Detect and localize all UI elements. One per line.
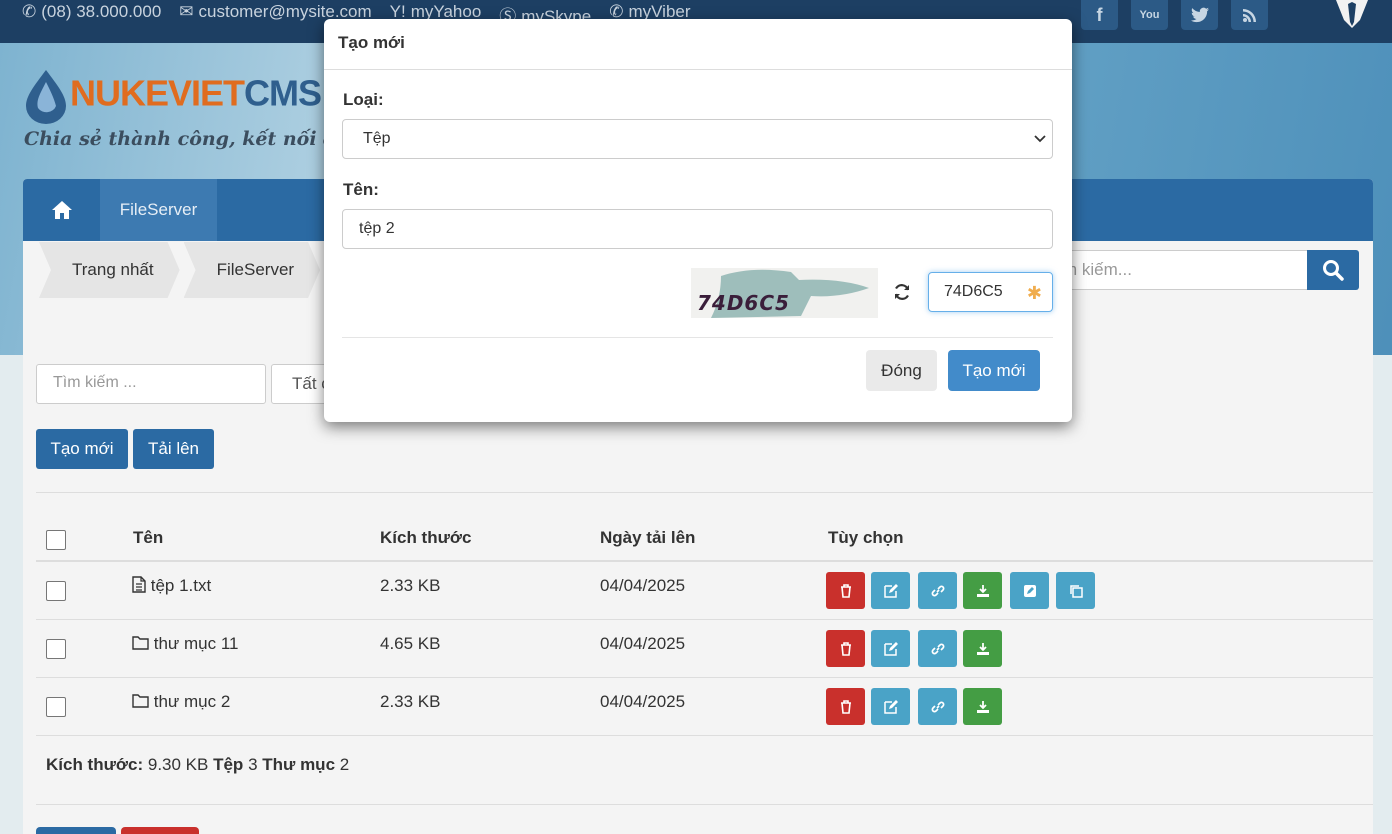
type-label: Loại: (343, 90, 384, 109)
chevron-down-icon (1034, 135, 1046, 143)
create-modal: Tạo mới Loại: Tệp Tên: tệp 2 74D6C5 74D6… (324, 19, 1072, 422)
submit-create-button[interactable]: Tạo mới (948, 350, 1040, 391)
captcha-input[interactable]: 74D6C5 ✱ (928, 272, 1053, 312)
modal-footer-divider (342, 337, 1053, 338)
refresh-captcha-icon[interactable] (892, 282, 914, 304)
required-asterisk-icon: ✱ (1026, 283, 1042, 303)
close-button[interactable]: Đóng (866, 350, 937, 391)
type-select[interactable]: Tệp (342, 119, 1053, 159)
name-input[interactable]: tệp 2 (342, 209, 1053, 249)
captcha-image: 74D6C5 (691, 268, 878, 318)
name-label: Tên: (343, 180, 379, 199)
modal-title: Tạo mới (324, 19, 1072, 70)
